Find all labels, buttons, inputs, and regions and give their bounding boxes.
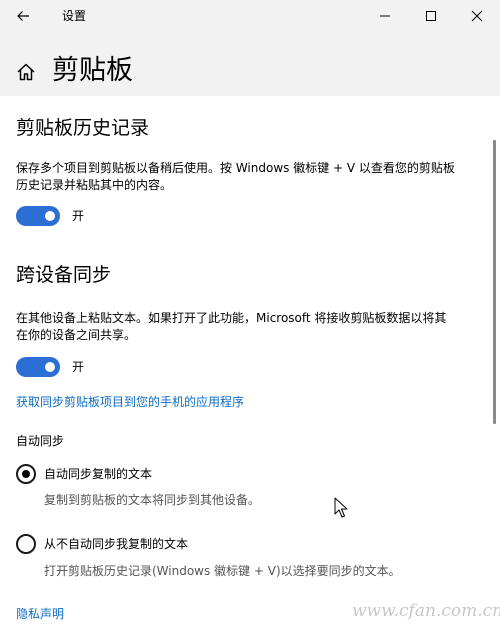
maximize-button[interactable]	[408, 0, 454, 32]
page-header: 剪贴板	[0, 34, 500, 96]
title-bar: 设置	[0, 0, 500, 34]
watermark-text: www.cfan.com.cn	[352, 601, 500, 621]
clipboard-history-title: 剪贴板历史记录	[16, 117, 150, 139]
back-button[interactable]	[8, 2, 38, 30]
maximize-icon	[426, 11, 436, 21]
minimize-icon	[380, 15, 390, 17]
toggle-knob	[45, 211, 55, 221]
clipboard-history-description: 保存多个项目到剪贴板以备稍后使用。按 Windows 徽标键 + V 以查看您的…	[16, 161, 455, 192]
toggle-knob	[45, 362, 55, 372]
privacy-link[interactable]: 隐私声明	[16, 606, 64, 622]
window-title: 设置	[62, 9, 87, 23]
home-icon[interactable]	[15, 61, 37, 83]
watermark: www.cfan.com.cn	[352, 598, 500, 624]
radio-never-sync[interactable]	[16, 534, 36, 554]
auto-sync-heading: 自动同步	[16, 434, 65, 448]
radio-auto-sync[interactable]	[16, 464, 36, 484]
sync-title: 跨设备同步	[16, 264, 112, 286]
arrow-left-icon	[17, 11, 29, 21]
mouse-cursor-icon	[334, 497, 348, 518]
settings-content: 剪贴板历史记录 保存多个项目到剪贴板以备稍后使用。按 Windows 徽标键 +…	[0, 96, 500, 629]
sync-toggle[interactable]	[16, 357, 60, 377]
radio-never-sync-label[interactable]: 从不自动同步我复制的文本	[44, 534, 188, 554]
radio-never-sync-description: 打开剪贴板历史记录(Windows 徽标键 + V)以选择要同步的文本。	[44, 564, 401, 578]
sync-description: 在其他设备上粘贴文本。如果打开了此功能，Microsoft 将接收剪贴板数据以将…	[16, 311, 447, 342]
radio-auto-sync-label[interactable]: 自动同步复制的文本	[44, 464, 152, 484]
close-button[interactable]	[454, 0, 500, 32]
clipboard-history-toggle[interactable]	[16, 206, 60, 226]
sync-toggle-label: 开	[72, 360, 85, 374]
clipboard-history-toggle-label: 开	[72, 209, 85, 223]
phone-app-link[interactable]: 获取同步剪贴板项目到您的手机的应用程序	[16, 394, 244, 410]
close-icon	[471, 10, 483, 22]
scrollbar-thumb[interactable]	[493, 140, 496, 424]
radio-selected-dot	[22, 470, 30, 478]
page-title: 剪贴板	[52, 55, 133, 86]
minimize-button[interactable]	[362, 0, 408, 32]
radio-auto-sync-description: 复制到剪贴板的文本将同步到其他设备。	[44, 493, 261, 507]
